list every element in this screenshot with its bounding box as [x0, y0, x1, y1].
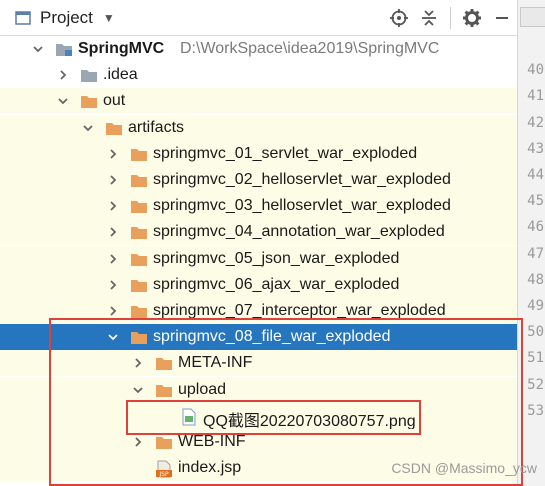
tree-item[interactable]: springmvc_05_json_war_exploded	[0, 245, 517, 272]
folder-icon	[80, 67, 98, 83]
tree-item[interactable]: springmvc_02_helloservlet_war_exploded	[0, 167, 517, 193]
chevron-right-icon[interactable]	[107, 305, 119, 317]
project-panel-header: Project ▼	[0, 0, 517, 36]
project-window-icon	[15, 10, 31, 26]
folder-icon	[80, 93, 98, 109]
tree-item-label: SpringMVC	[78, 40, 165, 57]
tree-item[interactable]: out	[0, 88, 517, 115]
tree-item-label: springmvc_03_helloservlet_war_exploded	[153, 197, 451, 215]
chevron-right-icon[interactable]	[107, 279, 119, 291]
annotation-box-inner	[126, 400, 421, 435]
tree-item[interactable]: springmvc_04_annotation_war_exploded	[0, 219, 517, 246]
chevron-down-icon[interactable]	[82, 122, 94, 134]
line-number: 49	[527, 298, 544, 314]
folder-icon	[130, 146, 148, 162]
chevron-right-icon[interactable]	[107, 200, 119, 212]
tree-item-label: springmvc_06_ajax_war_exploded	[153, 275, 400, 293]
line-number: 48	[527, 271, 544, 288]
line-number: 47	[527, 245, 544, 262]
chevron-right-icon[interactable]	[107, 226, 119, 238]
line-number: 41	[527, 88, 544, 105]
gear-icon[interactable]	[457, 3, 487, 33]
module-icon	[55, 41, 73, 57]
line-number: 46	[527, 219, 544, 236]
folder-icon	[105, 120, 123, 136]
tree-item[interactable]: springmvc_03_helloservlet_war_exploded	[0, 193, 517, 220]
chevron-right-icon[interactable]	[57, 69, 69, 81]
folder-icon	[130, 303, 148, 319]
tree-item-label: artifacts	[128, 118, 185, 136]
panel-toolbar	[384, 0, 517, 35]
tree-item[interactable]: SpringMVC D:\WorkSpace\idea2019\SpringMVC	[0, 36, 517, 62]
folder-icon	[130, 198, 148, 214]
tree-item[interactable]: springmvc_06_ajax_war_exploded	[0, 271, 517, 298]
folder-icon	[130, 277, 148, 293]
view-dropdown-icon[interactable]: ▼	[103, 11, 115, 25]
chevron-right-icon[interactable]	[107, 148, 119, 160]
line-number: 43	[527, 140, 544, 157]
folder-icon	[130, 251, 148, 267]
jsp-editor-tab[interactable]	[520, 7, 545, 27]
line-number: 40	[527, 62, 544, 79]
watermark: CSDN @Massimo_ycw	[391, 460, 537, 476]
toolbar-divider	[450, 6, 451, 29]
tree-item-label: .idea	[103, 66, 138, 84]
tree-item[interactable]: artifacts	[0, 114, 517, 141]
tree-item-label: springmvc_01_servlet_war_exploded	[153, 144, 418, 162]
line-number: 45	[527, 193, 544, 210]
chevron-down-icon[interactable]	[32, 43, 44, 55]
tree-item-label: out	[103, 92, 126, 110]
tree-item-label: springmvc_04_annotation_war_exploded	[153, 223, 445, 241]
tree-item[interactable]: .idea	[0, 62, 517, 88]
locate-file-icon[interactable]	[384, 3, 414, 33]
chevron-right-icon[interactable]	[107, 253, 119, 265]
collapse-all-icon[interactable]	[414, 3, 444, 33]
line-number: 42	[527, 114, 544, 131]
folder-icon	[130, 172, 148, 188]
line-number: 44	[527, 167, 544, 183]
tree-item-label: springmvc_05_json_war_exploded	[153, 249, 400, 267]
tree-item-label: springmvc_02_helloservlet_war_exploded	[153, 171, 451, 188]
chevron-right-icon[interactable]	[107, 174, 119, 186]
panel-title[interactable]: Project	[40, 8, 93, 28]
folder-icon	[130, 224, 148, 240]
tree-item[interactable]: springmvc_01_servlet_war_exploded	[0, 140, 517, 167]
chevron-down-icon[interactable]	[57, 95, 69, 107]
hide-panel-icon[interactable]	[487, 3, 517, 33]
project-path: D:\WorkSpace\idea2019\SpringMVC	[180, 40, 440, 57]
